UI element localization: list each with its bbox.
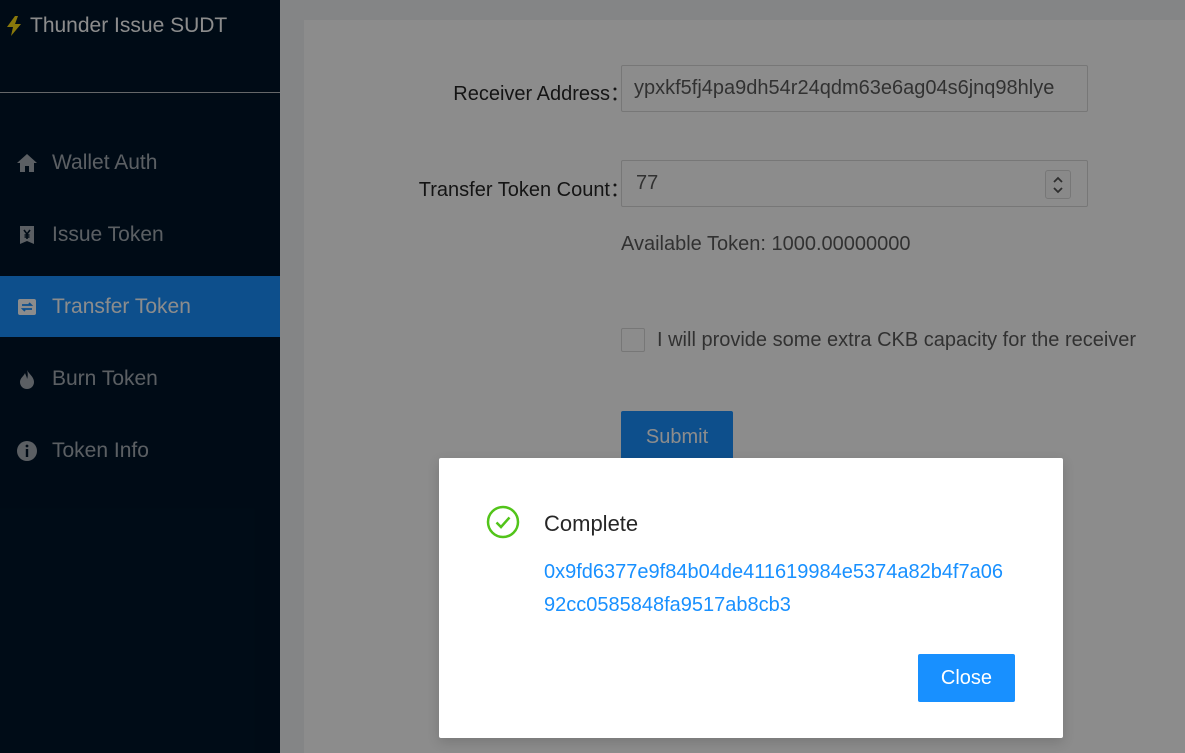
check-circle-icon [486,505,520,539]
complete-modal: Complete 0x9fd6377e9f84b04de411619984e53… [439,458,1063,738]
transaction-hash-link[interactable]: 0x9fd6377e9f84b04de411619984e5374a82b4f7… [544,556,1014,622]
modal-title: Complete [544,511,639,536]
close-button[interactable]: Close [918,654,1015,702]
